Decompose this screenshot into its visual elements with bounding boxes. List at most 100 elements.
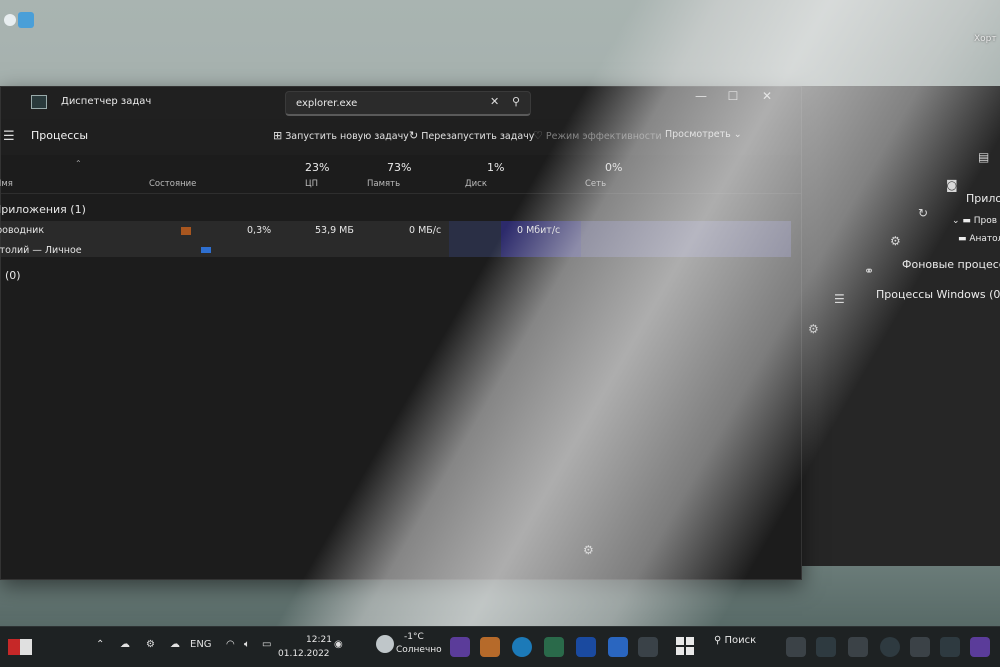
taskbar-app-1[interactable] xyxy=(786,637,806,657)
details-icon: ☰ xyxy=(834,292,845,306)
table-row[interactable]: Проводник 0,3% 53,9 МБ 0 МБ/с 0 Мбит/с А… xyxy=(0,221,791,257)
bg-sub-label: Анатол xyxy=(969,234,1000,244)
account-icon: ◙ xyxy=(946,178,958,192)
network-heat-cell-2 xyxy=(581,221,791,257)
language-indicator[interactable]: ENG xyxy=(190,639,212,650)
restart-task-label: Перезапустить задачу xyxy=(421,131,535,142)
network-percent: 0% xyxy=(605,161,623,174)
sub-row-name[interactable]: Анатолий — Личное xyxy=(0,245,82,256)
efficiency-mode-button[interactable]: ♡ Режим эффективности xyxy=(533,129,662,142)
taskbar-app-edge[interactable] xyxy=(512,637,532,657)
taskbar-app-6[interactable] xyxy=(940,637,960,657)
efficiency-mode-label: Режим эффективности xyxy=(545,131,662,142)
memory-percent: 73% xyxy=(387,161,412,174)
column-cpu[interactable]: ЦП xyxy=(305,179,318,189)
maximize-button[interactable]: ☐ xyxy=(723,89,743,103)
taskbar-app-purple[interactable] xyxy=(450,637,470,657)
leaf-icon: ♡ xyxy=(533,129,543,142)
flag-icon[interactable] xyxy=(8,639,32,655)
services-icon: ⚙ xyxy=(808,322,819,336)
bg-row-name[interactable]: ⌄ ▬ Пров xyxy=(952,216,997,226)
taskbar: ⌃ ☁ ⚙ ☁ ENG ◠ 🔈︎ ▭ 12:21 01.12.2022 ◉ -1… xyxy=(0,626,1000,667)
desktop-icon-top-left[interactable] xyxy=(0,6,36,36)
start-tile-2 xyxy=(686,637,694,645)
start-tile-1 xyxy=(676,637,684,645)
background-window: ▤ ◙ ↻ Прило ⌄ ▬ Пров ▬ Анатол ⚙ Фоновые … xyxy=(800,86,1000,566)
run-new-task-label: Запустить новую задачу xyxy=(285,131,409,142)
close-button[interactable]: ✕ xyxy=(757,89,777,103)
battery-icon[interactable]: ▭ xyxy=(262,639,271,650)
restart-task-button[interactable]: ↻ Перезапустить задачу xyxy=(409,129,534,142)
menu-icon[interactable]: ☰ xyxy=(3,129,15,144)
taskbar-app-3[interactable] xyxy=(848,637,868,657)
weather-description[interactable]: Солнечно xyxy=(396,645,442,655)
title-bar[interactable]: Диспетчер задач ✕ ⚲ — ☐ ✕ xyxy=(1,87,801,119)
search-icon[interactable]: ⚲ xyxy=(512,95,520,108)
settings-icon[interactable]: ⚙ xyxy=(583,543,594,557)
cloud-icon[interactable]: ☁ xyxy=(120,639,130,650)
apps-section-title[interactable]: Приложения (1) xyxy=(0,203,86,216)
taskbar-app-5[interactable] xyxy=(910,637,930,657)
disk-heat-cell xyxy=(449,221,501,257)
search-input[interactable] xyxy=(294,95,488,111)
folder-icon xyxy=(181,227,191,235)
start-button[interactable] xyxy=(676,637,694,655)
sort-arrow-icon: ⌃ xyxy=(75,159,82,168)
task-manager-app-icon xyxy=(31,95,47,109)
view-button[interactable]: Просмотреть ⌄ xyxy=(665,129,742,140)
minimize-button[interactable]: — xyxy=(691,89,711,103)
bg-apps-section: Прило xyxy=(966,192,1000,205)
memory-value: 53,9 МБ xyxy=(315,225,354,236)
column-name[interactable]: Имя xyxy=(0,179,13,189)
group-icon: ⚙ xyxy=(890,234,901,248)
column-memory[interactable]: Память xyxy=(367,179,400,189)
taskbar-search-label: Поиск xyxy=(724,635,757,646)
page-title: Процессы xyxy=(31,129,89,142)
bg-row-label: Пров xyxy=(973,216,998,226)
background-section-count[interactable]: (0) xyxy=(5,269,21,282)
disk-percent: 1% xyxy=(487,161,505,174)
new-task-icon: ⊞ xyxy=(273,129,283,142)
taskbar-app-blue[interactable] xyxy=(576,637,596,657)
column-status[interactable]: Состояние xyxy=(149,179,196,189)
taskbar-app-7[interactable] xyxy=(970,637,990,657)
bg-sub-row: ▬ Анатол xyxy=(958,234,1000,244)
eco-icon xyxy=(201,247,211,253)
window-title: Диспетчер задач xyxy=(61,96,152,107)
startup-icon: ⚭ xyxy=(864,264,875,278)
gear-tray-icon[interactable]: ⚙ xyxy=(146,639,155,650)
volume-icon[interactable]: 🔈︎ xyxy=(244,639,250,650)
search-box[interactable]: ✕ ⚲ xyxy=(285,91,531,116)
desktop-icon-label-right: Хорт xyxy=(974,34,997,44)
column-network[interactable]: Сеть xyxy=(585,179,606,189)
taskbar-app-store[interactable] xyxy=(638,637,658,657)
clear-search-icon[interactable]: ✕ xyxy=(490,95,499,108)
notification-icon[interactable]: ◉ xyxy=(334,639,343,650)
task-manager-window: Диспетчер задач ✕ ⚲ — ☐ ✕ ☰ Процессы ⊞За… xyxy=(0,86,802,580)
box-icon: ▤ xyxy=(978,150,990,164)
bg-background-section: Фоновые процессы xyxy=(902,258,1000,271)
onedrive-icon[interactable]: ☁ xyxy=(170,639,180,650)
wifi-icon[interactable]: ◠ xyxy=(226,639,235,650)
taskbar-app-explorer[interactable] xyxy=(480,637,500,657)
clock-time[interactable]: 12:21 xyxy=(306,635,332,645)
weather-temperature[interactable]: -1°С xyxy=(404,632,424,642)
start-tile-3 xyxy=(676,647,684,655)
run-new-task-button[interactable]: ⊞ Запустить новую задачу xyxy=(273,129,409,142)
column-disk[interactable]: Диск xyxy=(465,179,487,189)
taskbar-app-4[interactable] xyxy=(880,637,900,657)
disk-value: 0 МБ/с xyxy=(409,225,442,236)
clock-date[interactable]: 01.12.2022 xyxy=(278,649,330,659)
people-icon xyxy=(18,12,34,28)
toolbar: ☰ Процессы ⊞ Запустить новую задачу ↻ Пере… xyxy=(1,119,801,156)
view-label: Просмотреть xyxy=(665,129,731,140)
taskbar-app-mail[interactable] xyxy=(608,637,628,657)
taskbar-app-2[interactable] xyxy=(816,637,836,657)
bg-windows-section: Процессы Windows (0 xyxy=(876,288,1000,301)
weather-icon[interactable] xyxy=(376,635,394,653)
search-taskbar-icon: ⚲ xyxy=(714,635,725,646)
chevron-up-icon[interactable]: ⌃ xyxy=(96,639,104,650)
taskbar-app-green[interactable] xyxy=(544,637,564,657)
taskbar-search[interactable]: ⚲ Поиск xyxy=(714,635,756,646)
chevron-down-icon: ⌄ xyxy=(733,129,742,140)
